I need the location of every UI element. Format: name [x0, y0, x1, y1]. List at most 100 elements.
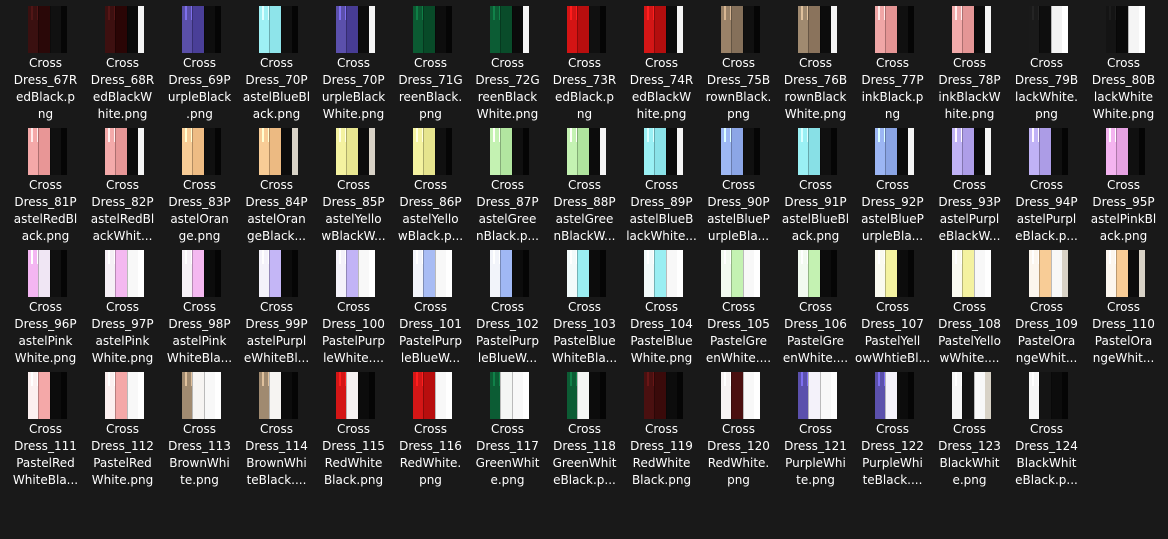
file-name-line: ngeWhit...	[1092, 351, 1155, 365]
file-thumbnail-image	[182, 372, 221, 419]
file-name-line: Dress_94P	[1015, 195, 1078, 209]
file-name-line: Dress_112	[91, 439, 154, 453]
file-item[interactable]: Cross Dress_118 GreenWhit eBlack.p...	[546, 366, 623, 487]
file-item[interactable]: Cross Dress_123 BlackWhit e.png	[931, 366, 1008, 487]
file-item[interactable]: Cross Dress_72G reenBlack White.png	[469, 0, 546, 121]
file-item[interactable]: Cross Dress_81P astelRedBl ack.png	[7, 122, 84, 243]
file-item[interactable]: Cross Dress_112 PastelRed White.png	[84, 366, 161, 487]
file-thumbnail-image	[644, 6, 683, 53]
file-item[interactable]: Cross Dress_113 BrownWhi te.png	[161, 366, 238, 487]
file-name-label: Cross Dress_74R edBlackW hite.png	[623, 55, 700, 123]
file-item[interactable]: Cross Dress_83P astelOran ge.png	[161, 122, 238, 243]
file-name-line: Cross	[337, 178, 370, 192]
file-item[interactable]: Cross Dress_119 RedWhite Black.png	[623, 366, 700, 487]
file-item[interactable]: Cross Dress_70P urpleBlack White.png	[315, 0, 392, 121]
file-name-line: Dress_107	[861, 317, 924, 331]
file-item[interactable]: Cross Dress_107 PastelYell owWhtieBl...	[854, 244, 931, 365]
file-item[interactable]: Cross Dress_93P astelPurpl eBlackW...	[931, 122, 1008, 243]
file-item[interactable]: Cross Dress_102 PastelPurp leBlueW...	[469, 244, 546, 365]
file-item[interactable]: Cross Dress_80B lackWhite White.png	[1085, 0, 1162, 121]
file-name-label: Cross Dress_112 PastelRed White.png	[84, 421, 161, 489]
file-item[interactable]: Cross Dress_97P astelPink White.png	[84, 244, 161, 365]
file-item[interactable]: Cross Dress_98P astelPink WhiteBla...	[161, 244, 238, 365]
file-name-label: Cross Dress_100 PastelPurp leWhite....	[315, 299, 392, 367]
file-name-line: Cross	[645, 178, 678, 192]
file-item[interactable]: Cross Dress_76B rownBlack White.png	[777, 0, 854, 121]
file-item[interactable]: Cross Dress_82P astelRedBl ackWhit...	[84, 122, 161, 243]
file-item[interactable]: Cross Dress_122 PurpleWhi teBlack....	[854, 366, 931, 487]
file-item[interactable]: Cross Dress_106 PastelGre enWhite....	[777, 244, 854, 365]
file-name-line: GreenWhit	[475, 456, 540, 470]
file-item[interactable]: Cross Dress_100 PastelPurp leWhite....	[315, 244, 392, 365]
file-item[interactable]: Cross Dress_115 RedWhite Black.png	[315, 366, 392, 487]
file-item[interactable]: Cross Dress_104 PastelBlue White.png	[623, 244, 700, 365]
file-item[interactable]: Cross Dress_90P astelBlueP urpleBla...	[700, 122, 777, 243]
file-item[interactable]: Cross Dress_103 PastelBlue WhiteBla...	[546, 244, 623, 365]
file-thumbnail-image	[798, 372, 837, 419]
file-item[interactable]: Cross Dress_116 RedWhite. png	[392, 366, 469, 487]
file-item[interactable]: Cross Dress_124 BlackWhit eBlack.p...	[1008, 366, 1085, 487]
file-name-line: Cross	[260, 178, 293, 192]
file-item[interactable]: Cross Dress_121 PurpleWhi te.png	[777, 366, 854, 487]
file-item[interactable]: Cross Dress_75B rownBlack. png	[700, 0, 777, 121]
file-name-line: Dress_69P	[168, 73, 231, 87]
file-name-line: Cross	[722, 300, 755, 314]
file-item[interactable]: Cross Dress_101 PastelPurp leBlueW...	[392, 244, 469, 365]
file-thumbnail-image	[182, 250, 221, 297]
file-item[interactable]: Cross Dress_70P astelBlueBl ack.png	[238, 0, 315, 121]
file-name-line: Dress_113	[168, 439, 231, 453]
file-item[interactable]: Cross Dress_68R edBlackW hite.png	[84, 0, 161, 121]
file-item[interactable]: Cross Dress_105 PastelGre enWhite....	[700, 244, 777, 365]
file-name-line: Cross	[876, 178, 909, 192]
file-thumbnail-image	[105, 250, 144, 297]
file-name-line: Cross	[183, 300, 216, 314]
file-item[interactable]: Cross Dress_91P astelBlueBl ack.png	[777, 122, 854, 243]
file-item[interactable]: Cross Dress_87P astelGree nBlack.p...	[469, 122, 546, 243]
file-item[interactable]: Cross Dress_110 PastelOra ngeWhit...	[1085, 244, 1162, 365]
file-name-line: Cross	[568, 178, 601, 192]
file-name-line: Dress_67R	[13, 73, 78, 87]
file-item[interactable]: Cross Dress_86P astelYello wBlack.p...	[392, 122, 469, 243]
file-name-line: Dress_79B	[1014, 73, 1079, 87]
file-item[interactable]: Cross Dress_99P astelPurpl eWhiteBl...	[238, 244, 315, 365]
file-item[interactable]: Cross Dress_120 RedWhite. png	[700, 366, 777, 487]
file-name-line: Cross	[337, 56, 370, 70]
file-name-line: Cross	[29, 178, 62, 192]
file-thumbnail-image	[490, 250, 529, 297]
file-item[interactable]: Cross Dress_69P urpleBlack .png	[161, 0, 238, 121]
file-item[interactable]: Cross Dress_79B lackWhite. png	[1008, 0, 1085, 121]
file-item[interactable]: Cross Dress_74R edBlackW hite.png	[623, 0, 700, 121]
file-item[interactable]: Cross Dress_114 BrownWhi teBlack....	[238, 366, 315, 487]
file-item[interactable]: Cross Dress_67R edBlack.p ng	[7, 0, 84, 121]
file-item[interactable]: Cross Dress_85P astelYello wBlackW...	[315, 122, 392, 243]
file-item[interactable]: Cross Dress_117 GreenWhit e.png	[469, 366, 546, 487]
file-item[interactable]: Cross Dress_84P astelOran geBlack...	[238, 122, 315, 243]
file-name-line: Dress_75B	[706, 73, 771, 87]
file-item[interactable]: Cross Dress_94P astelPurpl eBlack.p...	[1008, 122, 1085, 243]
file-name-line: leWhite....	[323, 351, 384, 365]
file-name-line: Dress_118	[553, 439, 616, 453]
file-item[interactable]: Cross Dress_108 PastelYello wWhite....	[931, 244, 1008, 365]
file-name-line: RedWhite.	[707, 456, 770, 470]
file-item[interactable]: Cross Dress_95P astelPinkBl ack.png	[1085, 122, 1162, 243]
file-item[interactable]: Cross Dress_78P inkBlackW hite.png	[931, 0, 1008, 121]
file-item[interactable]: Cross Dress_89P astelBlueB lackWhite...	[623, 122, 700, 243]
file-name-line: astelPinkBl	[1090, 212, 1157, 226]
file-name-line: Cross	[645, 56, 678, 70]
file-item[interactable]: Cross Dress_73R edBlack.p ng	[546, 0, 623, 121]
file-name-label: Cross Dress_115 RedWhite Black.png	[315, 421, 392, 489]
file-item[interactable]: Cross Dress_88P astelGree nBlackW...	[546, 122, 623, 243]
file-name-line: Dress_76B	[783, 73, 848, 87]
file-name-line: nBlackW...	[553, 229, 616, 243]
file-thumbnail-image	[259, 250, 298, 297]
file-item[interactable]: Cross Dress_111 PastelRed WhiteBla...	[7, 366, 84, 487]
file-thumbnail-image	[336, 372, 375, 419]
file-item[interactable]: Cross Dress_96P astelPink White.png	[7, 244, 84, 365]
file-thumbnail-image	[721, 128, 760, 175]
file-item[interactable]: Cross Dress_71G reenBlack. png	[392, 0, 469, 121]
file-name-label: Cross Dress_75B rownBlack. png	[700, 55, 777, 123]
file-item[interactable]: Cross Dress_77P inkBlack.p ng	[854, 0, 931, 121]
file-item[interactable]: Cross Dress_109 PastelOra ngeWhit...	[1008, 244, 1085, 365]
file-name-line: Cross	[799, 300, 832, 314]
file-item[interactable]: Cross Dress_92P astelBlueP urpleBla...	[854, 122, 931, 243]
